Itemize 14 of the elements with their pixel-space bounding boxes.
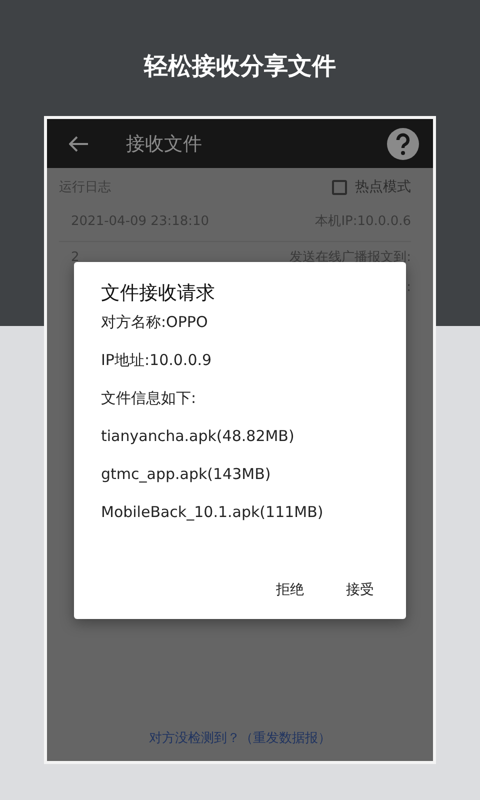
hotspot-label: 热点模式 bbox=[355, 178, 411, 196]
back-arrow-icon[interactable] bbox=[69, 136, 89, 152]
dialog-text: tianyancha.apk(48.82MB) bbox=[101, 426, 296, 447]
dialog-text: MobileBack_10.1.apk(111MB) bbox=[101, 502, 324, 523]
dialog-text: 文件信息如下: bbox=[101, 388, 198, 409]
dialog-title: 文件接收请求 bbox=[101, 281, 216, 306]
log-message: : bbox=[406, 280, 411, 295]
dialog-text: IP地址:10.0.0.9 bbox=[101, 350, 213, 371]
headline: 轻松接收分享文件 bbox=[144, 51, 336, 82]
screen-title: 接收文件 bbox=[126, 132, 203, 156]
dialog-text: 对方名称:OPPO bbox=[101, 312, 209, 333]
help-icon[interactable] bbox=[387, 128, 419, 160]
dialog-text: gtmc_app.apk(143MB) bbox=[101, 464, 272, 485]
hotspot-checkbox[interactable] bbox=[332, 180, 347, 194]
